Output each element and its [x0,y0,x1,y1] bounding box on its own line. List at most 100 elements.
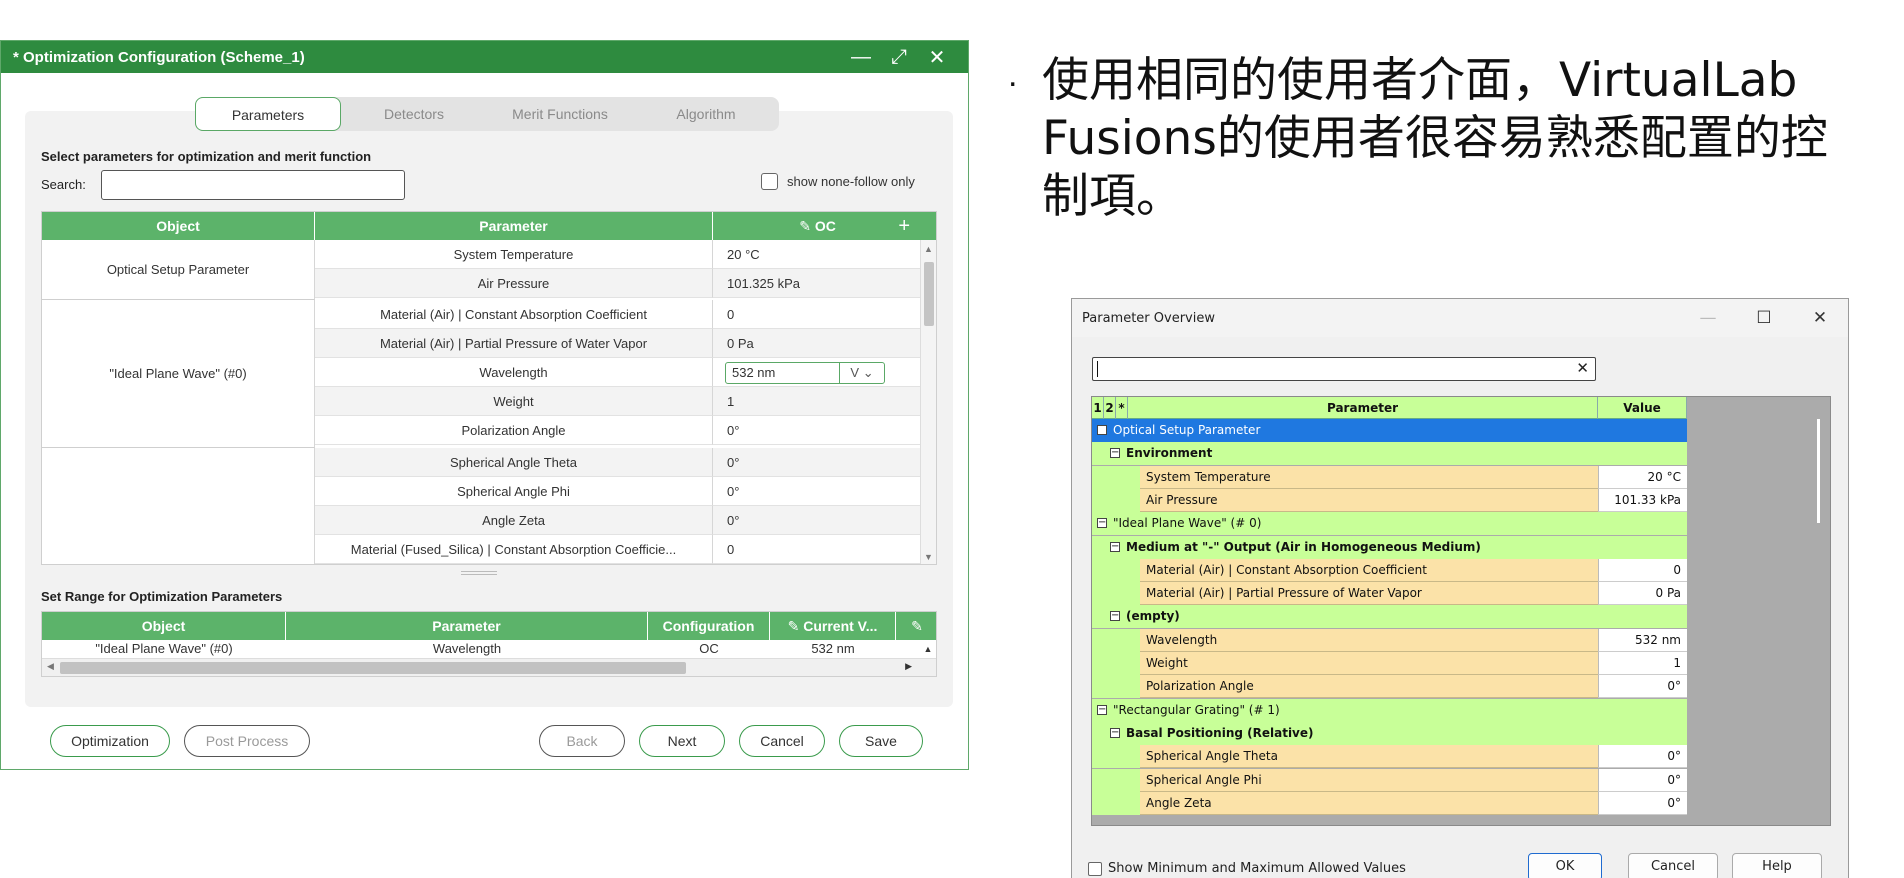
column-header-parameter[interactable]: Parameter [1128,397,1598,419]
maximize-icon[interactable]: ☐ [1736,308,1792,328]
column-header-parameter[interactable]: Parameter [286,612,648,640]
value-cell[interactable]: 0° [713,416,922,445]
collapse-icon[interactable]: − [1110,727,1120,738]
column-header-star[interactable]: * [1116,397,1128,419]
post-process-button[interactable]: Post Process [184,725,310,757]
cancel-button[interactable]: Cancel [1628,853,1718,878]
maximize-icon[interactable]: ⤢ [880,46,918,69]
parameter-row[interactable]: Spherical Angle Phi 0° [1092,768,1687,792]
group-row[interactable]: − Medium at "-" Output (Air in Homogeneou… [1092,535,1687,559]
collapse-icon[interactable]: − [1110,611,1120,622]
panel-splitter[interactable] [461,571,497,575]
parameter-row[interactable]: Polarization Angle 0° [1092,675,1687,699]
help-button[interactable]: Help [1732,853,1822,878]
edit-icon[interactable]: ✎ [896,612,936,640]
tab-merit-functions[interactable]: Merit Functions [487,97,633,131]
range-cell[interactable]: "Ideal Plane Wave" (#0) [42,640,286,658]
collapse-icon[interactable]: − [1097,518,1107,529]
parameter-value[interactable]: 1 [1598,652,1687,675]
optimization-button[interactable]: Optimization [50,725,170,757]
parameter-row[interactable]: System Temperature 20 °C [1092,465,1687,489]
value-cell[interactable]: 0 [713,300,922,329]
scroll-left-icon[interactable]: ◀ [47,661,54,672]
group-row[interactable]: − Environment [1092,442,1687,466]
parameter-cell[interactable]: Spherical Angle Theta [315,448,713,477]
collapse-icon[interactable]: − [1110,448,1120,459]
parameter-cell[interactable]: Material (Air) | Constant Absorption Coe… [315,300,713,329]
parameter-value[interactable]: 101.33 kPa [1598,488,1687,512]
value-cell[interactable]: 0° [713,506,922,535]
scroll-right-icon[interactable]: ▶ [905,661,912,672]
spin-icon[interactable]: ▲ [920,640,936,658]
parameter-row[interactable]: Wavelength 532 nm [1092,628,1687,652]
group-row[interactable]: − Basal Positioning (Relative) [1092,721,1687,745]
value-cell[interactable]: 101.325 kPa [713,269,922,298]
parameter-cell[interactable]: Air Pressure [315,269,713,298]
column-header-current-value[interactable]: ✎ Current V... [770,612,896,640]
wavelength-value-cell[interactable]: 532 nm V ⌄ [713,358,922,387]
parameter-value[interactable]: 0° [1598,745,1687,769]
wavelength-input[interactable]: 532 nm V ⌄ [725,362,885,384]
group-row[interactable]: − (empty) [1092,605,1687,629]
minimize-icon[interactable]: — [1680,308,1736,328]
vertical-scrollbar[interactable]: ▲ ▼ [920,240,936,564]
show-minmax-toggle[interactable]: Show Minimum and Maximum Allowed Values [1088,861,1406,876]
scrollbar-thumb[interactable] [60,662,686,674]
parameter-row[interactable]: Material (Air) | Constant Absorption Coe… [1092,558,1687,582]
column-header-2[interactable]: 2 [1104,397,1116,419]
add-icon[interactable]: + [898,212,910,240]
column-header-oc[interactable]: ✎ OC + [713,212,922,240]
close-icon[interactable]: ✕ [1792,308,1848,328]
parameter-value[interactable]: 20 °C [1598,465,1687,489]
parameter-row[interactable]: Angle Zeta 0° [1092,791,1687,815]
value-cell[interactable]: 0 Pa [713,329,922,358]
group-row[interactable]: − "Rectangular Grating" (# 1) [1092,698,1687,722]
parameter-cell[interactable]: Weight [315,387,713,416]
parameter-value[interactable]: 0 [1598,558,1687,582]
parameter-row[interactable]: Material (Air) | Partial Pressure of Wat… [1092,582,1687,606]
back-button[interactable]: Back [539,725,625,757]
save-button[interactable]: Save [839,725,923,757]
collapse-icon[interactable]: − [1097,704,1107,715]
parameter-cell[interactable]: Wavelength [315,358,713,387]
show-none-follow-toggle[interactable]: show none-follow only [761,173,915,190]
range-cell[interactable]: OC [648,640,770,658]
parameter-cell[interactable]: System Temperature [315,240,713,269]
ok-button[interactable]: OK [1528,853,1602,878]
range-cell[interactable]: 532 nm [770,640,896,658]
parameter-row[interactable]: Weight 1 [1092,652,1687,675]
tab-parameters[interactable]: Parameters [195,97,341,131]
column-header-object[interactable]: Object [42,212,315,240]
parameter-cell[interactable]: Material (Air) | Partial Pressure of Wat… [315,329,713,358]
parameter-cell[interactable]: Material (Fused_Silica) | Constant Absor… [315,535,713,564]
value-cell[interactable]: 20 °C [713,240,922,269]
minimize-icon[interactable]: — [842,46,880,69]
parameter-cell[interactable]: Spherical Angle Phi [315,477,713,506]
parameter-value[interactable]: 532 nm [1598,628,1687,652]
column-header-value[interactable]: Value [1598,397,1687,419]
scroll-down-icon[interactable]: ▼ [924,552,933,562]
column-header-object[interactable]: Object [42,612,286,640]
checkbox[interactable] [1088,861,1102,876]
value-cell[interactable]: 0 [713,535,922,564]
horizontal-scrollbar[interactable]: ◀ ▶ [42,658,936,676]
group-row[interactable]: − Optical Setup Parameter [1092,419,1687,442]
parameter-row[interactable]: Spherical Angle Theta 0° [1092,745,1687,769]
range-cell[interactable]: Wavelength [286,640,648,658]
tab-detectors[interactable]: Detectors [341,97,487,131]
tab-algorithm[interactable]: Algorithm [633,97,779,131]
scrollbar-thumb[interactable] [1817,419,1820,523]
parameter-value[interactable]: 0 Pa [1598,582,1687,606]
parameter-cell[interactable]: Polarization Angle [315,416,713,445]
search-input[interactable] [101,170,405,200]
next-button[interactable]: Next [639,725,725,757]
clear-search-icon[interactable]: ✕ [1576,359,1589,377]
scrollbar-thumb[interactable] [924,262,934,326]
parameter-value[interactable]: 0° [1598,675,1687,699]
column-header-configuration[interactable]: Configuration [648,612,770,640]
close-icon[interactable]: ✕ [918,45,956,70]
unit-dropdown[interactable]: V ⌄ [840,363,884,383]
collapse-icon[interactable]: − [1097,425,1107,435]
group-row[interactable]: − "Ideal Plane Wave" (# 0) [1092,512,1687,536]
checkbox[interactable] [761,173,778,190]
